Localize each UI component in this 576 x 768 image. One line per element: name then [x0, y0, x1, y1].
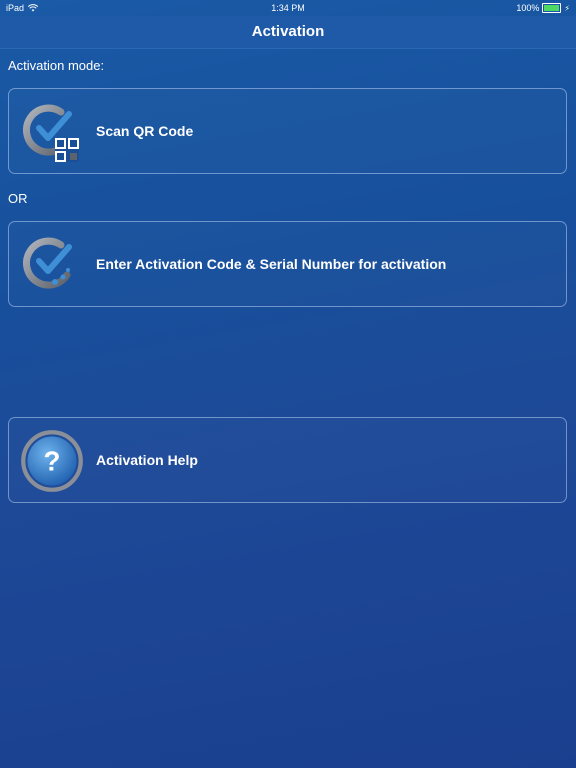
svg-text:?: ?: [44, 446, 61, 477]
help-icon: ?: [21, 430, 83, 492]
or-label: OR: [8, 191, 28, 206]
scan-qr-code-button[interactable]: Scan QR Code: [8, 88, 567, 174]
status-bar: iPad 1:34 PM 100% ⚡: [0, 0, 576, 16]
activation-help-label: Activation Help: [96, 452, 198, 468]
enter-activation-code-label: Enter Activation Code & Serial Number fo…: [96, 256, 447, 272]
status-time: 1:34 PM: [271, 3, 305, 13]
activation-mode-label: Activation mode:: [8, 58, 105, 73]
check-icon: [23, 237, 72, 289]
battery-fill: [544, 5, 560, 11]
scan-qr-code-label: Scan QR Code: [96, 123, 194, 139]
nav-bar: Activation: [0, 16, 576, 49]
qr-check-icon: [23, 104, 79, 162]
bolt-icon: ⚡: [564, 3, 570, 13]
enter-activation-code-button[interactable]: Enter Activation Code & Serial Number fo…: [8, 221, 567, 307]
battery-percent: 100%: [516, 3, 540, 13]
status-right: 100% ⚡: [516, 3, 570, 13]
activation-help-button[interactable]: ? Activation Help: [8, 417, 567, 503]
page-title: Activation: [251, 23, 325, 40]
battery-icon: [542, 3, 562, 13]
